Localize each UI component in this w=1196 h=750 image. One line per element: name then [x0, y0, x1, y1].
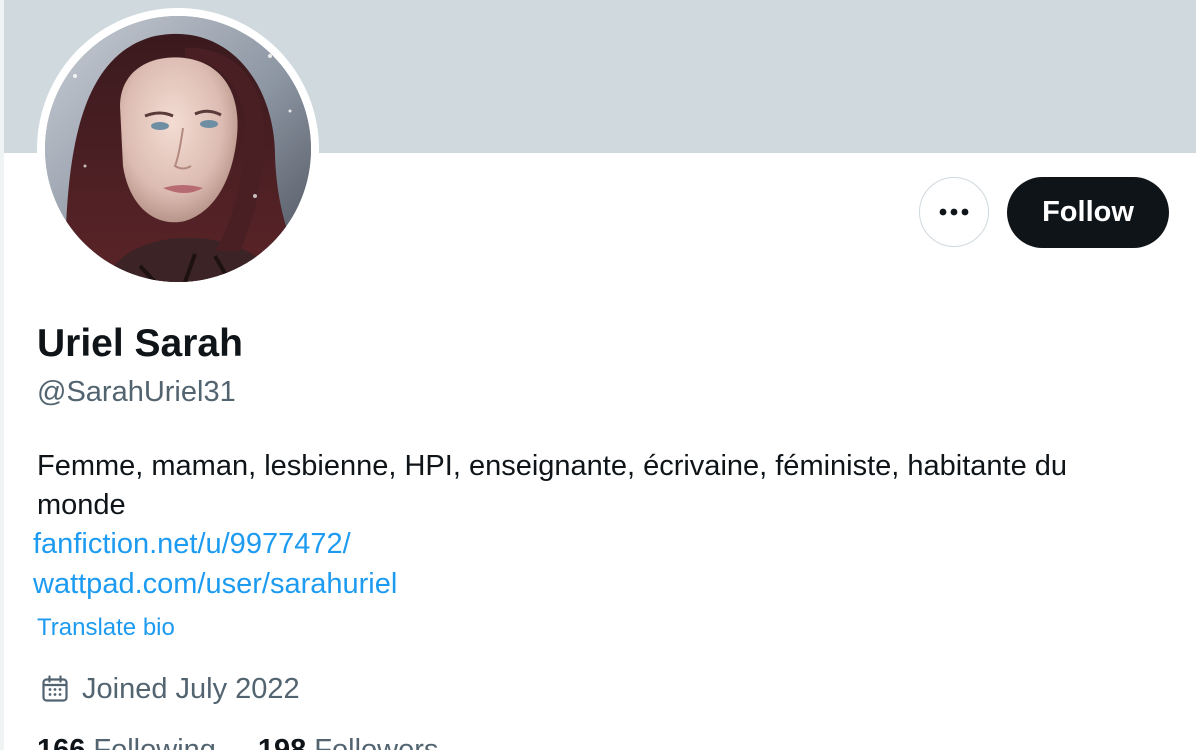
- followers-count-link[interactable]: 198 Followers: [258, 734, 438, 750]
- profile-bio: Femme, maman, lesbienne, HPI, enseignant…: [37, 450, 1068, 521]
- bio-link-fanfiction[interactable]: fanfiction.net/u/9977472/: [33, 528, 351, 561]
- joined-date: Joined July 2022: [40, 671, 300, 707]
- calendar-icon: [40, 674, 70, 704]
- following-count-link[interactable]: 166 Following: [37, 734, 216, 750]
- follow-button[interactable]: Follow: [1007, 177, 1169, 248]
- followers-count: 198: [257, 734, 307, 750]
- following-label: Following: [93, 734, 216, 750]
- followers-label: Followers: [314, 734, 439, 750]
- more-icon: [939, 208, 969, 216]
- display-name: Uriel Sarah: [37, 322, 243, 365]
- profile-page: Follow Uriel Sarah @SarahUriel31 Femme, …: [0, 0, 1196, 750]
- bio-link-wattpad[interactable]: wattpad.com/user/sarahuriel: [33, 568, 397, 601]
- following-count: 166: [37, 734, 86, 750]
- joined-text: Joined July 2022: [82, 672, 300, 705]
- avatar[interactable]: [45, 16, 311, 282]
- follow-stats: 166 Following 198 Followers: [37, 734, 438, 750]
- user-handle: @SarahUriel31: [37, 376, 236, 408]
- translate-bio-link[interactable]: Translate bio: [37, 614, 175, 642]
- more-options-button[interactable]: [919, 177, 989, 247]
